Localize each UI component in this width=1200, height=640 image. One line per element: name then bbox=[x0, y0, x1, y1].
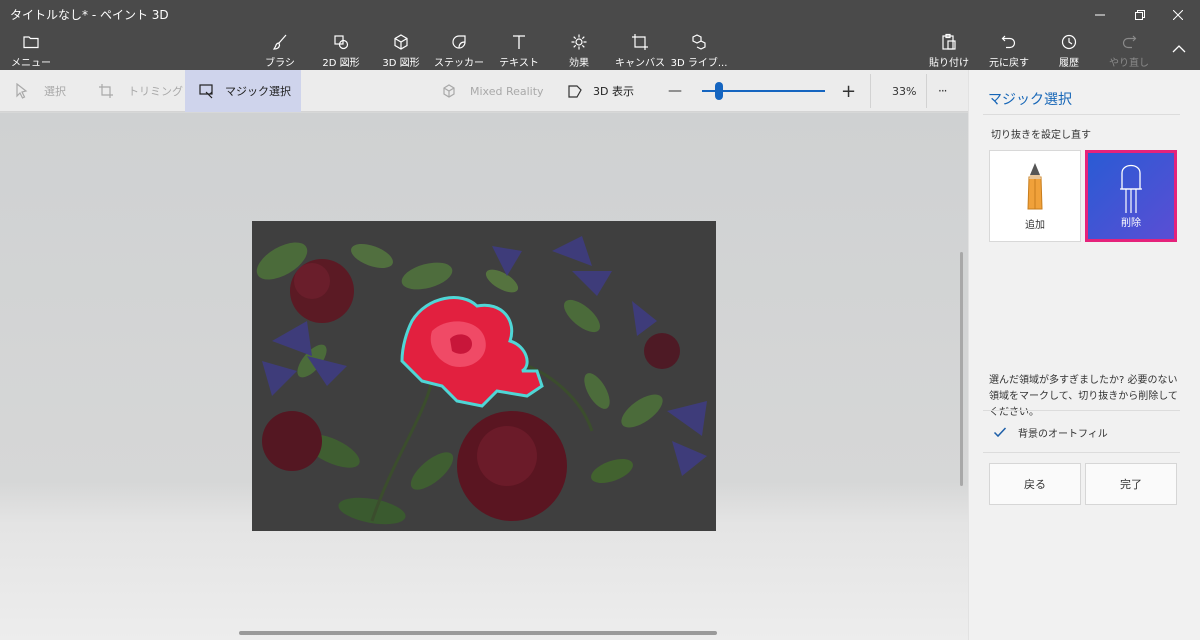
menu-label: メニュー bbox=[11, 58, 51, 69]
crop-tool[interactable]: トリミング bbox=[98, 70, 184, 112]
remove-label: 削除 bbox=[1121, 218, 1141, 229]
chevron-up-icon bbox=[1172, 45, 1186, 53]
divider bbox=[983, 410, 1180, 411]
panel-subtitle: 切り抜きを設定し直す bbox=[991, 130, 1091, 141]
tool-2d-shapes-label: 2D 図形 bbox=[322, 58, 360, 69]
back-label: 戻る bbox=[1024, 478, 1046, 491]
add-button[interactable]: 追加 bbox=[989, 150, 1081, 242]
tool-stickers-label: ステッカー bbox=[434, 58, 484, 69]
restore-button[interactable] bbox=[1122, 0, 1158, 30]
rose-photo bbox=[252, 221, 716, 531]
eraser-icon bbox=[1120, 164, 1142, 213]
history-label: 履歴 bbox=[1059, 58, 1079, 69]
3d-shapes-icon bbox=[394, 34, 408, 50]
divider bbox=[983, 114, 1180, 115]
zoom-percent[interactable]: 33% bbox=[892, 70, 922, 112]
tool-2d-shapes[interactable]: 2D 図形 bbox=[318, 33, 364, 69]
zoom-slider-thumb[interactable] bbox=[715, 82, 724, 100]
more-options-button[interactable]: ··· bbox=[938, 70, 958, 112]
paste-label: 貼り付け bbox=[929, 58, 969, 69]
more-icon: ··· bbox=[938, 84, 948, 98]
tool-3d-shapes[interactable]: 3D 図形 bbox=[378, 33, 424, 69]
divider bbox=[870, 74, 871, 108]
3d-library-icon bbox=[692, 34, 706, 50]
close-icon bbox=[1173, 10, 1183, 20]
redo-button[interactable]: やり直し bbox=[1108, 33, 1150, 69]
back-button[interactable]: 戻る bbox=[989, 463, 1081, 505]
tool-3d-library[interactable]: 3D ライブ... bbox=[671, 33, 727, 69]
restore-icon bbox=[1135, 10, 1145, 20]
2d-shapes-icon bbox=[334, 35, 349, 50]
select-tool[interactable]: 選択 bbox=[14, 70, 94, 112]
text-icon bbox=[513, 35, 525, 49]
zoom-in-button[interactable]: + bbox=[841, 70, 857, 112]
paste-button[interactable]: 貼り付け bbox=[928, 33, 970, 69]
tool-canvas-label: キャンバス bbox=[615, 58, 665, 69]
3d-view-button[interactable]: 3D 表示 bbox=[567, 70, 647, 112]
done-button[interactable]: 完了 bbox=[1085, 463, 1177, 505]
mixed-reality-button[interactable]: Mixed Reality bbox=[442, 70, 552, 112]
canvas-image[interactable] bbox=[252, 221, 716, 531]
undo-label: 元に戻す bbox=[989, 58, 1029, 69]
sticker-icon bbox=[452, 35, 466, 49]
magic-select-icon bbox=[199, 84, 213, 99]
vertical-scrollbar[interactable] bbox=[960, 252, 963, 486]
canvas-icon bbox=[632, 34, 648, 50]
menu-button[interactable]: メニュー bbox=[11, 33, 51, 69]
brush-icon bbox=[272, 34, 287, 50]
autofill-checkbox[interactable]: 背景のオートフィル bbox=[991, 423, 1108, 441]
minimize-icon bbox=[1095, 14, 1105, 16]
tool-effects[interactable]: 効果 bbox=[562, 33, 596, 69]
tool-brush-label: ブラシ bbox=[265, 58, 295, 69]
checkmark-icon bbox=[991, 423, 1009, 441]
pencil-icon bbox=[1027, 163, 1043, 210]
folder-icon bbox=[23, 36, 39, 49]
tool-text[interactable]: テキスト bbox=[498, 33, 540, 69]
window-title: タイトルなし* - ペイント 3D bbox=[10, 8, 169, 22]
mixed-reality-label: Mixed Reality bbox=[470, 84, 544, 98]
crop-label: トリミング bbox=[128, 85, 183, 98]
tool-3d-library-label: 3D ライブ... bbox=[670, 58, 728, 69]
effects-icon bbox=[571, 34, 587, 50]
zoom-percent-label: 33% bbox=[892, 84, 917, 98]
magic-select-tool[interactable]: マジック選択 bbox=[185, 70, 301, 112]
cursor-icon bbox=[16, 83, 28, 99]
zoom-out-button[interactable]: — bbox=[668, 70, 684, 112]
tool-text-label: テキスト bbox=[499, 58, 539, 69]
tool-brush[interactable]: ブラシ bbox=[262, 33, 298, 69]
add-label: 追加 bbox=[1025, 220, 1045, 231]
select-label: 選択 bbox=[44, 85, 66, 98]
redo-label: やり直し bbox=[1109, 58, 1149, 69]
3d-view-label: 3D 表示 bbox=[593, 85, 634, 98]
divider bbox=[983, 452, 1180, 453]
minimize-button[interactable] bbox=[1082, 0, 1118, 30]
tool-stickers[interactable]: ステッカー bbox=[434, 33, 484, 69]
history-button[interactable]: 履歴 bbox=[1055, 33, 1083, 69]
horizontal-scrollbar[interactable] bbox=[239, 631, 717, 635]
magic-select-panel: マジック選択 切り抜きを設定し直す 追加 削除 選んだ領域が多すぎましたか? 必… bbox=[968, 70, 1200, 640]
tool-3d-shapes-label: 3D 図形 bbox=[382, 58, 420, 69]
plus-icon: + bbox=[841, 80, 857, 102]
tool-effects-label: 効果 bbox=[569, 58, 589, 69]
undo-button[interactable]: 元に戻す bbox=[987, 33, 1031, 69]
tool-canvas[interactable]: キャンバス bbox=[615, 33, 665, 69]
mixed-reality-icon bbox=[443, 84, 455, 98]
crop-icon bbox=[99, 84, 113, 98]
command-bar: タイトルなし* - ペイント 3D メニュー ブラシ 2D 図形 3D 図形 ス… bbox=[0, 0, 1200, 70]
paste-icon bbox=[942, 33, 956, 50]
done-label: 完了 bbox=[1120, 478, 1142, 491]
undo-icon bbox=[1001, 35, 1016, 49]
remove-button[interactable]: 削除 bbox=[1085, 150, 1177, 242]
autofill-label: 背景のオートフィル bbox=[1018, 428, 1108, 440]
3d-view-icon bbox=[568, 85, 582, 98]
history-icon bbox=[1061, 34, 1077, 50]
panel-title: マジック選択 bbox=[988, 92, 1072, 108]
magic-select-label: マジック選択 bbox=[225, 85, 291, 98]
redo-icon bbox=[1122, 35, 1137, 49]
close-button[interactable] bbox=[1160, 0, 1196, 30]
minus-icon: — bbox=[668, 83, 682, 99]
help-text: 選んだ領域が多すぎましたか? 必要のない領域をマークして、切り抜きから削除してく… bbox=[989, 375, 1178, 418]
divider bbox=[926, 74, 927, 108]
